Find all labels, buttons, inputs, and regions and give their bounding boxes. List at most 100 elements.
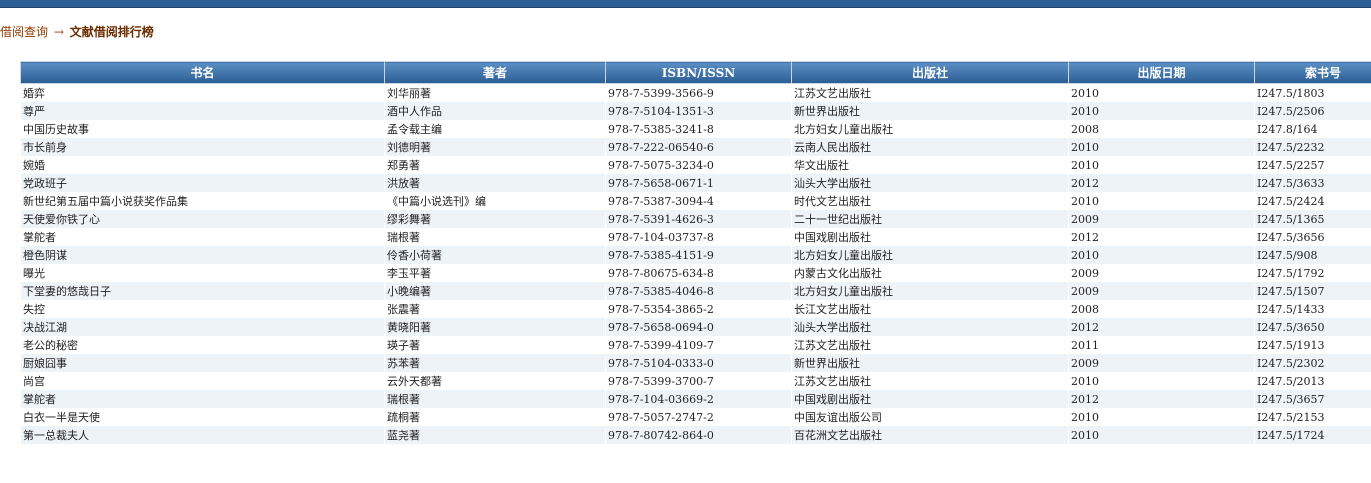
author-cell: 蓝尧著	[384, 426, 606, 444]
isbn-cell: 978-7-5057-2747-2	[605, 408, 792, 426]
column-header-publisher[interactable]: 出版社	[791, 61, 1069, 84]
publisher-cell: 江苏文艺出版社	[791, 372, 1069, 390]
call-number-cell: I247.5/2257	[1254, 156, 1371, 174]
author-cell: 小晚编著	[384, 282, 606, 300]
book-title-cell[interactable]: 第一总裁夫人	[20, 426, 385, 444]
book-title-cell[interactable]: 尚宫	[20, 372, 385, 390]
pub-date-cell: 2010	[1068, 83, 1255, 102]
breadcrumb-arrow-icon: →	[53, 25, 64, 39]
pub-date-cell: 2009	[1068, 264, 1255, 282]
publisher-cell: 新世界出版社	[791, 354, 1069, 372]
table-row: 掌舵者 瑞根著 978-7-104-03669-2 中国戏剧出版社 2012 I247.5…	[20, 390, 1371, 408]
table-row: 下堂妻的悠哉日子 小晚编著 978-7-5385-4046-8 北方妇女儿童出版社 20…	[20, 282, 1371, 300]
book-title-cell[interactable]: 决战江湖	[20, 318, 385, 336]
book-title-cell[interactable]: 橙色阴谋	[20, 246, 385, 264]
table-row: 失控 张震著 978-7-5354-3865-2 长江文艺出版社 2008 I247.5/…	[20, 300, 1371, 318]
isbn-cell: 978-7-104-03669-2	[605, 390, 792, 408]
call-number-cell: I247.5/1913	[1254, 336, 1371, 354]
publisher-cell: 新世界出版社	[791, 102, 1069, 120]
table-body: 婚弈 刘华丽著 978-7-5399-3566-9 江苏文艺出版社 2010 I247.5…	[20, 83, 1371, 444]
book-title-cell[interactable]: 下堂妻的悠哉日子	[20, 282, 385, 300]
author-cell: 疏桐著	[384, 408, 606, 426]
table-row: 白衣一半是天使 疏桐著 978-7-5057-2747-2 中国友谊出版公司 2010 I…	[20, 408, 1371, 426]
pub-date-cell: 2008	[1068, 300, 1255, 318]
table-row: 决战江湖 黄晓阳著 978-7-5658-0694-0 汕头大学出版社 2012 I247…	[20, 318, 1371, 336]
book-title-cell[interactable]: 曝光	[20, 264, 385, 282]
book-title-cell[interactable]: 老公的秘密	[20, 336, 385, 354]
pub-date-cell: 2009	[1068, 210, 1255, 228]
isbn-cell: 978-7-5399-4109-7	[605, 336, 792, 354]
call-number-cell: I247.5/1724	[1254, 426, 1371, 444]
column-header-author[interactable]: 著者	[384, 61, 606, 84]
author-cell: 李玉平著	[384, 264, 606, 282]
publisher-cell: 江苏文艺出版社	[791, 83, 1069, 102]
author-cell: 刘华丽著	[384, 83, 606, 102]
book-title-cell[interactable]: 天使爱你铁了心	[20, 210, 385, 228]
isbn-cell: 978-7-5385-4046-8	[605, 282, 792, 300]
pub-date-cell: 2010	[1068, 192, 1255, 210]
publisher-cell: 汕头大学出版社	[791, 318, 1069, 336]
table-row: 掌舵者 瑞根著 978-7-104-03737-8 中国戏剧出版社 2012 I247.5…	[20, 228, 1371, 246]
isbn-cell: 978-7-5104-0333-0	[605, 354, 792, 372]
publisher-cell: 华文出版社	[791, 156, 1069, 174]
table-row: 曝光 李玉平著 978-7-80675-634-8 内蒙古文化出版社 2009 I247.…	[20, 264, 1371, 282]
book-title-cell[interactable]: 中国历史故事	[20, 120, 385, 138]
isbn-cell: 978-7-222-06540-6	[605, 138, 792, 156]
table-row: 婚弈 刘华丽著 978-7-5399-3566-9 江苏文艺出版社 2010 I247.5…	[20, 83, 1371, 102]
isbn-cell: 978-7-5075-3234-0	[605, 156, 792, 174]
book-title-cell[interactable]: 掌舵者	[20, 228, 385, 246]
pub-date-cell: 2010	[1068, 372, 1255, 390]
table-row: 婉婚 郑勇著 978-7-5075-3234-0 华文出版社 2010 I247.5/22…	[20, 156, 1371, 174]
column-header-isbn[interactable]: ISBN/ISSN	[605, 61, 792, 84]
pub-date-cell: 2010	[1068, 246, 1255, 264]
pub-date-cell: 2012	[1068, 318, 1255, 336]
call-number-cell: I247.5/2302	[1254, 354, 1371, 372]
book-title-cell[interactable]: 党政班子	[20, 174, 385, 192]
pub-date-cell: 2010	[1068, 426, 1255, 444]
publisher-cell: 时代文艺出版社	[791, 192, 1069, 210]
author-cell: 郑勇著	[384, 156, 606, 174]
author-cell: 瑛子著	[384, 336, 606, 354]
publisher-cell: 长江文艺出版社	[791, 300, 1069, 318]
book-title-cell[interactable]: 新世纪第五届中篇小说获奖作品集	[20, 192, 385, 210]
call-number-cell: I247.5/1803	[1254, 83, 1371, 102]
call-number-cell: I247.5/1507	[1254, 282, 1371, 300]
pub-date-cell: 2012	[1068, 174, 1255, 192]
isbn-cell: 978-7-5385-4151-9	[605, 246, 792, 264]
breadcrumb: 借阅查询 → 文献借阅排行榜	[0, 25, 154, 39]
book-title-cell[interactable]: 厨娘囧事	[20, 354, 385, 372]
call-number-cell: I247.5/3650	[1254, 318, 1371, 336]
table-row: 第一总裁夫人 蓝尧著 978-7-80742-864-0 百花洲文艺出版社 2010 I2…	[20, 426, 1371, 444]
isbn-cell: 978-7-80742-864-0	[605, 426, 792, 444]
breadcrumb-parent-link[interactable]: 借阅查询	[0, 25, 48, 39]
book-title-cell[interactable]: 尊严	[20, 102, 385, 120]
book-title-cell[interactable]: 白衣一半是天使	[20, 408, 385, 426]
book-title-cell[interactable]: 失控	[20, 300, 385, 318]
book-title-cell[interactable]: 市长前身	[20, 138, 385, 156]
book-title-cell[interactable]: 婉婚	[20, 156, 385, 174]
column-header-pub-date[interactable]: 出版日期	[1068, 61, 1255, 84]
isbn-cell: 978-7-5354-3865-2	[605, 300, 792, 318]
isbn-cell: 978-7-80675-634-8	[605, 264, 792, 282]
table-header-row: 书名 著者 ISBN/ISSN 出版社 出版日期 索书号	[20, 61, 1371, 84]
column-header-title[interactable]: 书名	[20, 61, 385, 84]
table-row: 厨娘囧事 苏苯著 978-7-5104-0333-0 新世界出版社 2009 I247.5…	[20, 354, 1371, 372]
pub-date-cell: 2012	[1068, 390, 1255, 408]
book-title-cell[interactable]: 掌舵者	[20, 390, 385, 408]
author-cell: 缪彩舞著	[384, 210, 606, 228]
book-title-cell[interactable]: 婚弈	[20, 83, 385, 102]
pub-date-cell: 2009	[1068, 354, 1255, 372]
isbn-cell: 978-7-5399-3566-9	[605, 83, 792, 102]
call-number-cell: I247.5/3657	[1254, 390, 1371, 408]
borrow-ranking-table: 书名 著者 ISBN/ISSN 出版社 出版日期 索书号 婚弈 刘华丽著 978-7…	[20, 61, 1371, 444]
publisher-cell: 内蒙古文化出版社	[791, 264, 1069, 282]
table-row: 尚宫 云外天都著 978-7-5399-3700-7 江苏文艺出版社 2010 I247.…	[20, 372, 1371, 390]
call-number-cell: I247.5/1792	[1254, 264, 1371, 282]
isbn-cell: 978-7-5658-0671-1	[605, 174, 792, 192]
column-header-call-number[interactable]: 索书号	[1254, 61, 1371, 84]
pub-date-cell: 2008	[1068, 120, 1255, 138]
pub-date-cell: 2010	[1068, 156, 1255, 174]
publisher-cell: 二十一世纪出版社	[791, 210, 1069, 228]
isbn-cell: 978-7-5104-1351-3	[605, 102, 792, 120]
author-cell: 张震著	[384, 300, 606, 318]
